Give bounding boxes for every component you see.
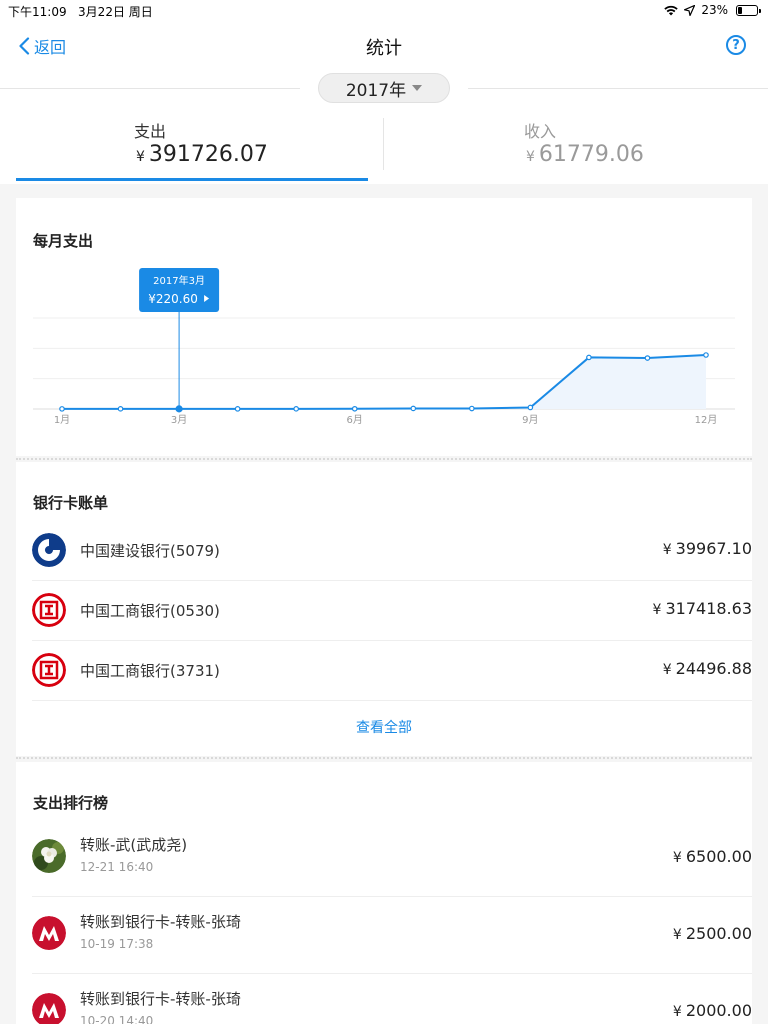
- nav-bar: 返回 统计 ?: [0, 22, 768, 68]
- chart-tick-label: 9月: [522, 414, 538, 426]
- bank-name: 中国工商银行(0530): [80, 602, 220, 620]
- ranking-name: 转账到银行卡-转账-张琦: [80, 913, 241, 931]
- wifi-icon: [664, 5, 679, 15]
- divider-left: [0, 88, 300, 89]
- chart-point: [703, 352, 709, 358]
- cmb-logo-icon: [32, 916, 66, 950]
- currency-symbol: ¥: [662, 662, 672, 678]
- help-icon[interactable]: ?: [726, 35, 746, 55]
- currency-symbol: ¥: [662, 542, 672, 558]
- ranking-amount-value: 6500.00: [685, 847, 752, 866]
- chart-point: [117, 406, 124, 412]
- income-label: 收入: [524, 122, 557, 141]
- bank-name: 中国工商银行(3731): [80, 662, 220, 680]
- section-divider: [16, 458, 752, 460]
- ranking-amount-value: 2500.00: [685, 924, 752, 943]
- tab-income[interactable]: 收入 ¥61779.06: [384, 110, 752, 184]
- currency-symbol: ¥: [672, 850, 682, 866]
- ranking-time: 10-19 17:38: [80, 937, 154, 951]
- status-bar: 下午11:09 3月22日 周日 23%: [0, 0, 768, 22]
- icbc-logo-icon: [32, 593, 66, 627]
- caret-down-icon: [412, 85, 423, 91]
- chart-point: [293, 406, 299, 412]
- bank-row-icbc-3731[interactable]: 中国工商银行(3731) ¥24496.88: [32, 641, 752, 701]
- chart-tick-label: 12月: [695, 414, 718, 426]
- year-selector-row: 2017年: [0, 68, 768, 110]
- ccb-logo-icon: [32, 533, 66, 567]
- tab-expense[interactable]: 支出 ¥391726.07: [16, 110, 368, 184]
- monthly-expense-card: 每月支出 1月 3月 6月 9月 12月 2017年3月 ¥220.60: [16, 198, 752, 456]
- bank-amount-value: 317418.63: [665, 599, 752, 618]
- status-right: 23%: [664, 3, 761, 17]
- page-title: 统计: [366, 38, 402, 59]
- section-divider: [16, 757, 752, 759]
- chart-point: [527, 404, 534, 411]
- currency-symbol: ¥: [672, 1004, 682, 1020]
- view-all-link[interactable]: 查看全部: [16, 717, 752, 737]
- status-date: 3月22日 周日: [78, 5, 153, 19]
- chart-point: [175, 405, 183, 413]
- bank-row-ccb-5079[interactable]: 中国建设银行(5079) ¥39967.10: [32, 521, 752, 581]
- expense-ranking-section: 支出排行榜 转账-武(武成尧) 12-21 16:40 ¥6500.00 转账到…: [16, 762, 752, 1024]
- bank-name: 中国建设银行(5079): [80, 542, 220, 560]
- expense-total: ¥391726.07: [136, 142, 268, 167]
- ranking-amount: ¥6500.00: [673, 847, 752, 866]
- chart-point: [586, 354, 592, 361]
- chart-tooltip-value: ¥220.60: [148, 292, 198, 306]
- totals-tabs: 支出 ¥391726.07 收入 ¥61779.06: [0, 110, 768, 184]
- currency-symbol: ¥: [652, 602, 662, 618]
- battery-percent: 23%: [701, 3, 728, 17]
- chart-area: [62, 355, 706, 409]
- year-dropdown[interactable]: 2017年: [318, 73, 450, 103]
- currency-symbol: ¥: [672, 927, 682, 943]
- bank-amount-value: 24496.88: [675, 659, 752, 678]
- chart-tooltip-title: 2017年3月: [153, 274, 205, 287]
- year-value: 2017年: [345, 80, 407, 101]
- ranking-amount: ¥2000.00: [673, 1001, 752, 1020]
- ranking-name: 转账-武(武成尧): [80, 836, 188, 854]
- location-arrow-icon: [684, 4, 696, 16]
- bank-amount: ¥317418.63: [653, 599, 752, 618]
- chart-point: [410, 405, 417, 412]
- chart-tick-label: 3月: [171, 414, 187, 426]
- bank-amount: ¥39967.10: [663, 539, 752, 558]
- monthly-expense-chart[interactable]: 1月 3月 6月 9月 12月 2017年3月 ¥220.60: [16, 198, 752, 456]
- currency-symbol: ¥: [526, 149, 535, 165]
- ranking-row[interactable]: 转账到银行卡-转账-张琦 10-20 14:40 ¥2000.00: [32, 974, 752, 1024]
- ranking-row[interactable]: 转账-武(武成尧) 12-21 16:40 ¥6500.00: [32, 820, 752, 897]
- expense-amount: 391726.07: [148, 142, 268, 167]
- chart-tick-label: 1月: [54, 414, 70, 426]
- chart-point: [59, 406, 65, 412]
- ranking-amount-value: 2000.00: [685, 1001, 752, 1020]
- status-time: 下午11:09: [8, 5, 67, 19]
- avatar-flower-icon: [32, 839, 66, 873]
- bank-row-icbc-0530[interactable]: 中国工商银行(0530) ¥317418.63: [32, 581, 752, 641]
- ranking-time: 10-20 14:40: [80, 1014, 154, 1024]
- icbc-logo-icon: [32, 653, 66, 687]
- chart-point: [234, 406, 241, 412]
- chart-tick-label: 6月: [347, 414, 363, 426]
- ranking-time: 12-21 16:40: [80, 860, 154, 874]
- ranking-title: 支出排行榜: [33, 794, 109, 812]
- chart-point: [351, 405, 358, 412]
- bank-card-section: 银行卡账单 中国建设银行(5079) ¥39967.10 中国工商银行(0530…: [16, 462, 752, 756]
- chart-point: [644, 355, 651, 361]
- battery-fill: [738, 6, 743, 14]
- chart-point: [469, 405, 475, 412]
- expense-label: 支出: [134, 122, 167, 141]
- battery-icon: [736, 4, 761, 16]
- status-left: 下午11:09 3月22日 周日: [8, 3, 153, 20]
- currency-symbol: ¥: [136, 149, 145, 165]
- cmb-logo-icon: [32, 993, 66, 1024]
- income-total: ¥61779.06: [526, 142, 644, 167]
- active-tab-indicator: [16, 178, 368, 181]
- bank-amount-value: 39967.10: [675, 539, 752, 558]
- ranking-name: 转账到银行卡-转账-张琦: [80, 990, 241, 1008]
- bank-amount: ¥24496.88: [663, 659, 752, 678]
- income-amount: 61779.06: [538, 142, 644, 167]
- ranking-amount: ¥2500.00: [673, 924, 752, 943]
- divider-right: [468, 88, 768, 89]
- ranking-row[interactable]: 转账到银行卡-转账-张琦 10-19 17:38 ¥2500.00: [32, 897, 752, 974]
- bank-title: 银行卡账单: [33, 494, 109, 512]
